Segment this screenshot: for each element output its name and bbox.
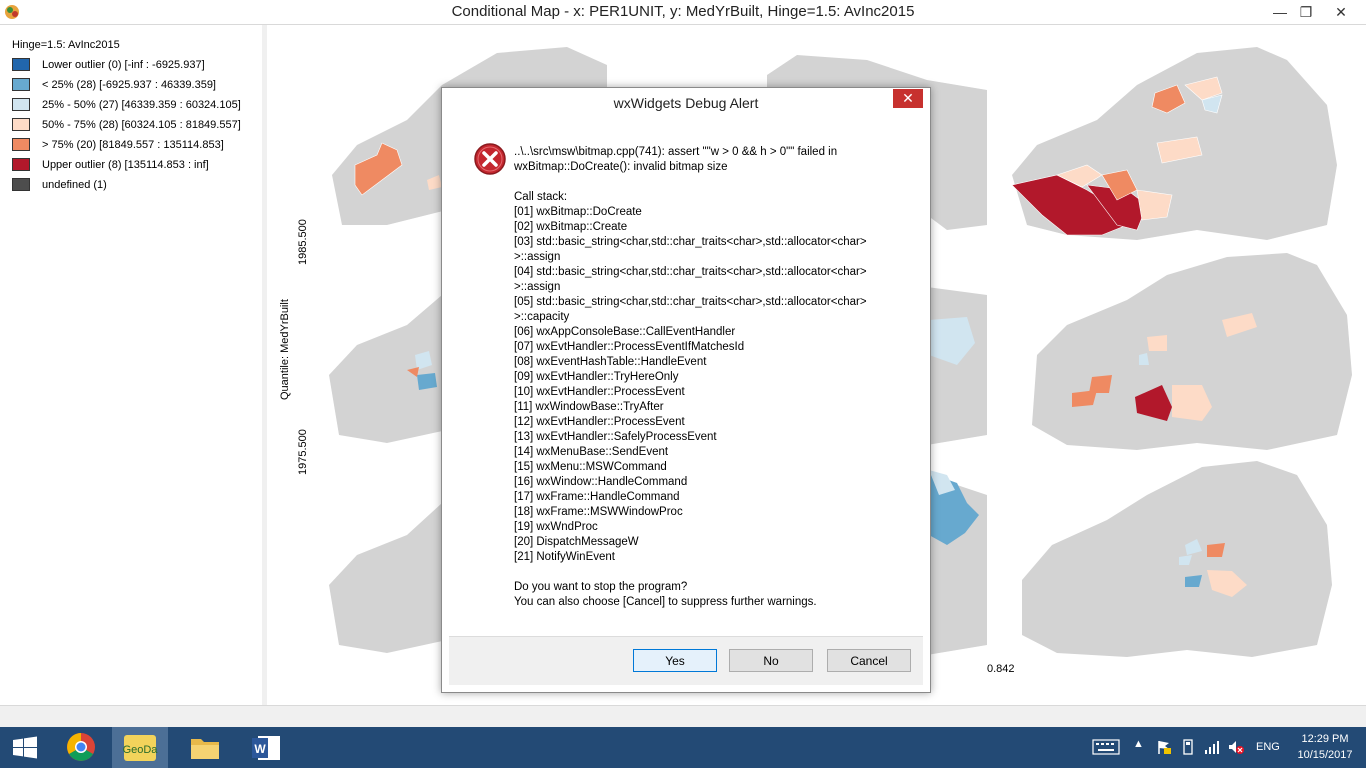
usb-icon[interactable] [1180, 739, 1196, 755]
legend-swatch [12, 178, 30, 191]
map-panel-r3c3 [1022, 461, 1332, 657]
svg-text:W: W [254, 742, 266, 756]
call-stack-line: [13] wxEvtHandler::SafelyProcessEvent [514, 431, 717, 443]
legend-swatch [12, 78, 30, 91]
window-title: Conditional Map - x: PER1UNIT, y: MedYrB… [451, 3, 915, 20]
call-stack-line: [01] wxBitmap::DoCreate [514, 206, 642, 218]
legend-item-label: > 75% (20) [81849.557 : 135114.853] [42, 139, 224, 151]
dialog-question: Do you want to stop the program? [514, 581, 688, 593]
no-button[interactable]: No [729, 649, 813, 672]
call-stack-line: >::capacity [514, 311, 570, 323]
language-indicator[interactable]: ENG [1256, 727, 1280, 768]
legend-item-label: 25% - 50% (27) [46339.359 : 60324.105] [42, 99, 241, 111]
call-stack-line: [09] wxEvtHandler::TryHereOnly [514, 371, 679, 383]
y-axis-label: Quantile: MedYrBuilt [279, 299, 291, 400]
call-stack-line: [05] std::basic_string<char,std::char_tr… [514, 296, 867, 308]
assert-line: ..\..\src\msw\bitmap.cpp(741): assert ""… [514, 146, 838, 158]
volume-muted-icon[interactable] [1228, 739, 1244, 755]
svg-text:GeoDa: GeoDa [123, 744, 159, 756]
file-explorer-icon[interactable] [177, 727, 233, 768]
call-stack-line: [08] wxEventHashTable::HandleEvent [514, 356, 707, 368]
call-stack-line: >::assign [514, 281, 561, 293]
map-panel-r2c3 [1032, 253, 1352, 450]
clock-time: 12:29 PM [1301, 733, 1349, 745]
call-stack-line: [11] wxWindowBase::TryAfter [514, 401, 664, 413]
legend-item-label: Lower outlier (0) [-inf : -6925.937] [42, 59, 205, 71]
signal-icon[interactable] [1204, 739, 1220, 755]
start-icon[interactable] [0, 727, 50, 768]
legend-item-label: undefined (1) [42, 179, 107, 191]
dialog-close-button[interactable]: ✕ [893, 89, 923, 108]
legend-title: Hinge=1.5: AvInc2015 [12, 39, 120, 51]
assert-line: wxBitmap::DoCreate(): invalid bitmap siz… [514, 161, 728, 173]
call-stack-line: [21] NotifyWinEvent [514, 551, 615, 563]
legend-swatch [12, 98, 30, 111]
call-stack-line: [15] wxMenu::MSWCommand [514, 461, 667, 473]
yes-button[interactable]: Yes [633, 649, 717, 672]
legend-swatch [12, 138, 30, 151]
legend-item-label: Upper outlier (8) [135114.853 : inf] [42, 159, 209, 171]
call-stack-line: [19] wxWndProc [514, 521, 598, 533]
window-title-bar: Conditional Map - x: PER1UNIT, y: MedYrB… [0, 0, 1366, 25]
call-stack-line: [17] wxFrame::HandleCommand [514, 491, 680, 503]
call-stack-line: [03] std::basic_string<char,std::char_tr… [514, 236, 867, 248]
legend-item-label: < 25% (28) [-6925.937 : 46339.359] [42, 79, 216, 91]
call-stack-line: [18] wxFrame::MSWWindowProc [514, 506, 683, 518]
debug-alert-dialog: wxWidgets Debug Alert ✕ ..\..\src\msw\bi… [441, 87, 931, 693]
call-stack-line: [02] wxBitmap::Create [514, 221, 628, 233]
system-clock[interactable]: 12:29 PM 10/15/2017 [1290, 731, 1360, 763]
dialog-button-bar: Yes No Cancel [449, 636, 923, 685]
error-icon [473, 142, 507, 176]
legend-swatch [12, 118, 30, 131]
cancel-button[interactable]: Cancel [827, 649, 911, 672]
status-bar [0, 705, 1366, 728]
call-stack-line: >::assign [514, 251, 561, 263]
word-icon[interactable]: W [238, 727, 294, 768]
taskbar: GeoDa W ▲ ENG 12:29 PM 10/15/2017 [0, 727, 1366, 768]
legend-swatch [12, 158, 30, 171]
legend-item-label: 50% - 75% (28) [60324.105 : 81849.557] [42, 119, 241, 131]
call-stack-line: [20] DispatchMessageW [514, 536, 639, 548]
close-button[interactable]: ✕ [1316, 0, 1366, 24]
call-stack-line: [07] wxEvtHandler::ProcessEventIfMatches… [514, 341, 745, 353]
call-stack-line: [12] wxEvtHandler::ProcessEvent [514, 416, 685, 428]
chevron-up-icon[interactable]: ▲ [1133, 738, 1144, 750]
dialog-message: ..\..\src\msw\bitmap.cpp(741): assert ""… [514, 145, 914, 610]
dialog-hint: You can also choose [Cancel] to suppress… [514, 596, 817, 608]
dialog-title: wxWidgets Debug Alert [613, 95, 759, 111]
clock-date: 10/15/2017 [1297, 749, 1353, 761]
legend-swatch [12, 58, 30, 71]
call-stack-line: [14] wxMenuBase::SendEvent [514, 446, 669, 458]
legend-panel: Hinge=1.5: AvInc2015 Lower outlier (0) [… [0, 25, 263, 705]
call-stack-line: [10] wxEvtHandler::ProcessEvent [514, 386, 685, 398]
call-stack-line: [04] std::basic_string<char,std::char_tr… [514, 266, 867, 278]
y-break-upper: 1985.500 [297, 219, 309, 265]
x-break-right: 0.842 [987, 663, 1015, 675]
action-center-flag-icon[interactable] [1156, 739, 1172, 755]
geoda-icon[interactable]: GeoDa [112, 727, 168, 768]
y-break-lower: 1975.500 [297, 429, 309, 475]
map-panel-r1c3 [1011, 47, 1337, 240]
call-stack-header: Call stack: [514, 191, 568, 203]
call-stack-line: [16] wxWindow::HandleCommand [514, 476, 688, 488]
keyboard-icon[interactable] [1092, 739, 1120, 755]
chrome-icon[interactable] [53, 727, 109, 768]
call-stack-line: [06] wxAppConsoleBase::CallEventHandler [514, 326, 736, 338]
